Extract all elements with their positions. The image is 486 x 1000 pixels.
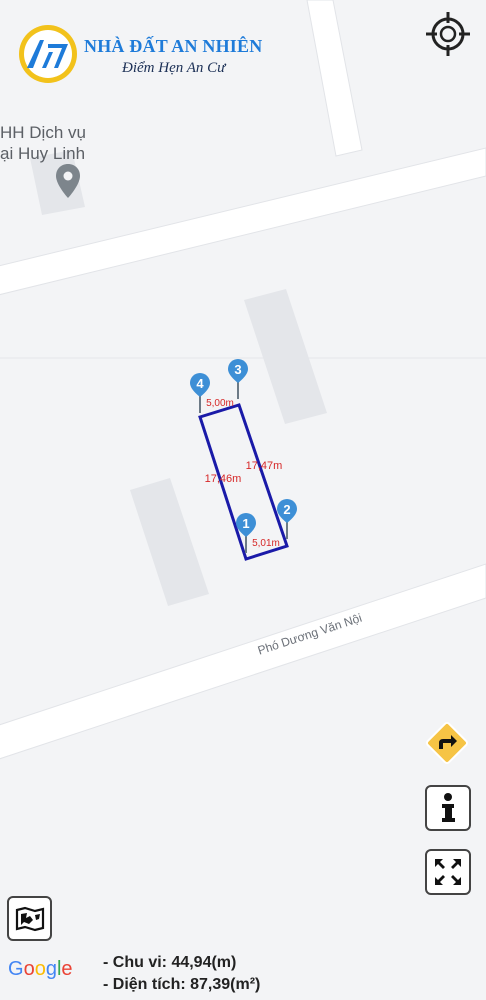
vertex-marker-label: 4 [196, 376, 204, 391]
google-logo: Google [8, 958, 73, 981]
vertex-marker-label: 1 [242, 516, 249, 531]
google-logo-letter: o [34, 958, 46, 980]
google-logo-letter: o [23, 958, 35, 980]
directions-button[interactable] [422, 718, 472, 768]
google-logo-letter: g [45, 958, 57, 980]
brand-logo: NHÀ ĐẤT AN NHIÊN Điểm Hẹn An Cư [18, 24, 268, 84]
vertex-marker-label: 2 [283, 502, 290, 517]
info-icon [442, 793, 455, 822]
map-layers-icon [15, 906, 44, 931]
directions-icon [426, 722, 468, 764]
area-text: - Diện tích: 87,39(m²) [103, 976, 261, 993]
poi-label-line1: HH Dịch vụ [0, 123, 86, 142]
info-button[interactable] [425, 785, 471, 831]
brand-title: NHÀ ĐẤT AN NHIÊN [84, 36, 263, 56]
measurement-summary: - Chu vi: 44,94(m) - Diện tích: 87,39(m²… [103, 952, 260, 996]
poi-label[interactable]: HH Dịch vụ ại Huy Linh [0, 122, 86, 164]
crosshair-icon [426, 12, 470, 56]
fullscreen-button[interactable] [425, 849, 471, 895]
vertex-marker-label: 3 [234, 362, 241, 377]
locate-me-button[interactable] [424, 10, 472, 58]
poi-label-line2: ại Huy Linh [0, 144, 86, 163]
google-logo-letter: G [8, 958, 24, 980]
google-logo-letter: e [61, 958, 73, 980]
edge-label-bottom: 5,01m [252, 538, 280, 549]
brand-slogan: Điểm Hẹn An Cư [122, 60, 226, 76]
edge-label-top: 5,00m [206, 398, 234, 409]
edge-label-left: 17,46m [205, 473, 242, 485]
expand-icon [435, 859, 461, 885]
edge-label-right: 17,47m [246, 460, 283, 472]
map-type-button[interactable] [7, 896, 52, 941]
perimeter-text: - Chu vi: 44,94(m) [103, 954, 237, 971]
logo-icon [19, 25, 77, 83]
